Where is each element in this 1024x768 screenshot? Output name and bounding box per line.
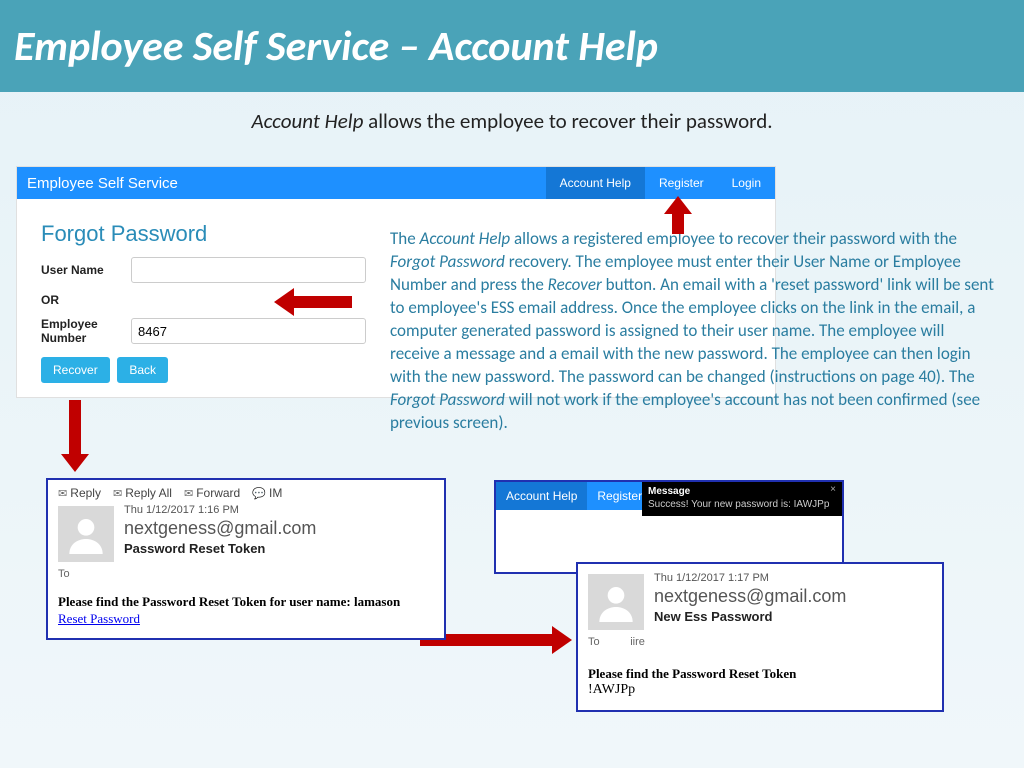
email-from: nextgeness@gmail.com <box>124 518 434 539</box>
ess-brand: Employee Self Service <box>17 175 546 192</box>
nav-register[interactable]: Register <box>645 167 718 199</box>
email-preview-token: Reply Reply All Forward IM Thu 1/12/2017… <box>46 478 446 640</box>
intro-lead: Account Help <box>251 108 363 134</box>
close-icon[interactable]: × <box>830 484 836 495</box>
ess-navbar: Employee Self Service Account Help Regis… <box>17 167 775 199</box>
reply-all-action[interactable]: Reply All <box>113 486 172 500</box>
input-user-name[interactable] <box>131 257 366 283</box>
avatar-icon <box>588 574 644 630</box>
toast-message: × Message Success! Your new password is:… <box>642 482 842 516</box>
arrow-down-icon <box>64 400 86 470</box>
arrow-up-icon <box>666 200 690 234</box>
arrow-left-icon <box>276 290 352 314</box>
email2-subject: New Ess Password <box>654 609 932 624</box>
email-date: Thu 1/12/2017 1:16 PM <box>124 504 434 516</box>
intro-text: Account Help allows the employee to reco… <box>0 108 1024 134</box>
avatar-icon <box>58 506 114 562</box>
notification-screenshot: Account Help Register × Message Success!… <box>494 480 844 574</box>
nav-account-help[interactable]: Account Help <box>546 167 645 199</box>
email-actions: Reply Reply All Forward IM <box>58 486 434 500</box>
email-to-label: To <box>58 568 434 580</box>
nav-login[interactable]: Login <box>718 167 775 199</box>
email2-to: To iire <box>588 636 932 648</box>
back-button[interactable]: Back <box>117 357 168 383</box>
email-subject: Password Reset Token <box>124 541 434 556</box>
intro-rest: allows the employee to recover their pas… <box>363 108 772 134</box>
toast-body: Success! Your new password is: IAWJPp <box>648 499 836 510</box>
email2-from: nextgeness@gmail.com <box>654 586 932 607</box>
label-employee-number: Employee Number <box>41 317 131 345</box>
email2-password: !AWJPp <box>588 682 932 698</box>
label-user-name: User Name <box>41 263 131 277</box>
email-preview-new-password: Thu 1/12/2017 1:17 PM nextgeness@gmail.c… <box>576 562 944 712</box>
im-action[interactable]: IM <box>252 486 282 500</box>
email2-date: Thu 1/12/2017 1:17 PM <box>654 572 932 584</box>
reset-password-link[interactable]: Reset Password <box>58 611 140 626</box>
page-header: Employee Self Service – Account Help <box>0 0 1024 92</box>
notif-tab-account-help[interactable]: Account Help <box>496 482 587 510</box>
reply-action[interactable]: Reply <box>58 486 101 500</box>
input-employee-number[interactable] <box>131 318 366 344</box>
email2-body-text: Please find the Password Reset Token <box>588 666 932 682</box>
explanation-paragraph: The Account Help allows a registered emp… <box>390 228 994 434</box>
page-title: Employee Self Service – Account Help <box>14 21 658 72</box>
toast-title: Message <box>648 486 836 497</box>
forward-action[interactable]: Forward <box>184 486 240 500</box>
recover-button[interactable]: Recover <box>41 357 110 383</box>
email-body-text: Please find the Password Reset Token for… <box>58 594 434 610</box>
